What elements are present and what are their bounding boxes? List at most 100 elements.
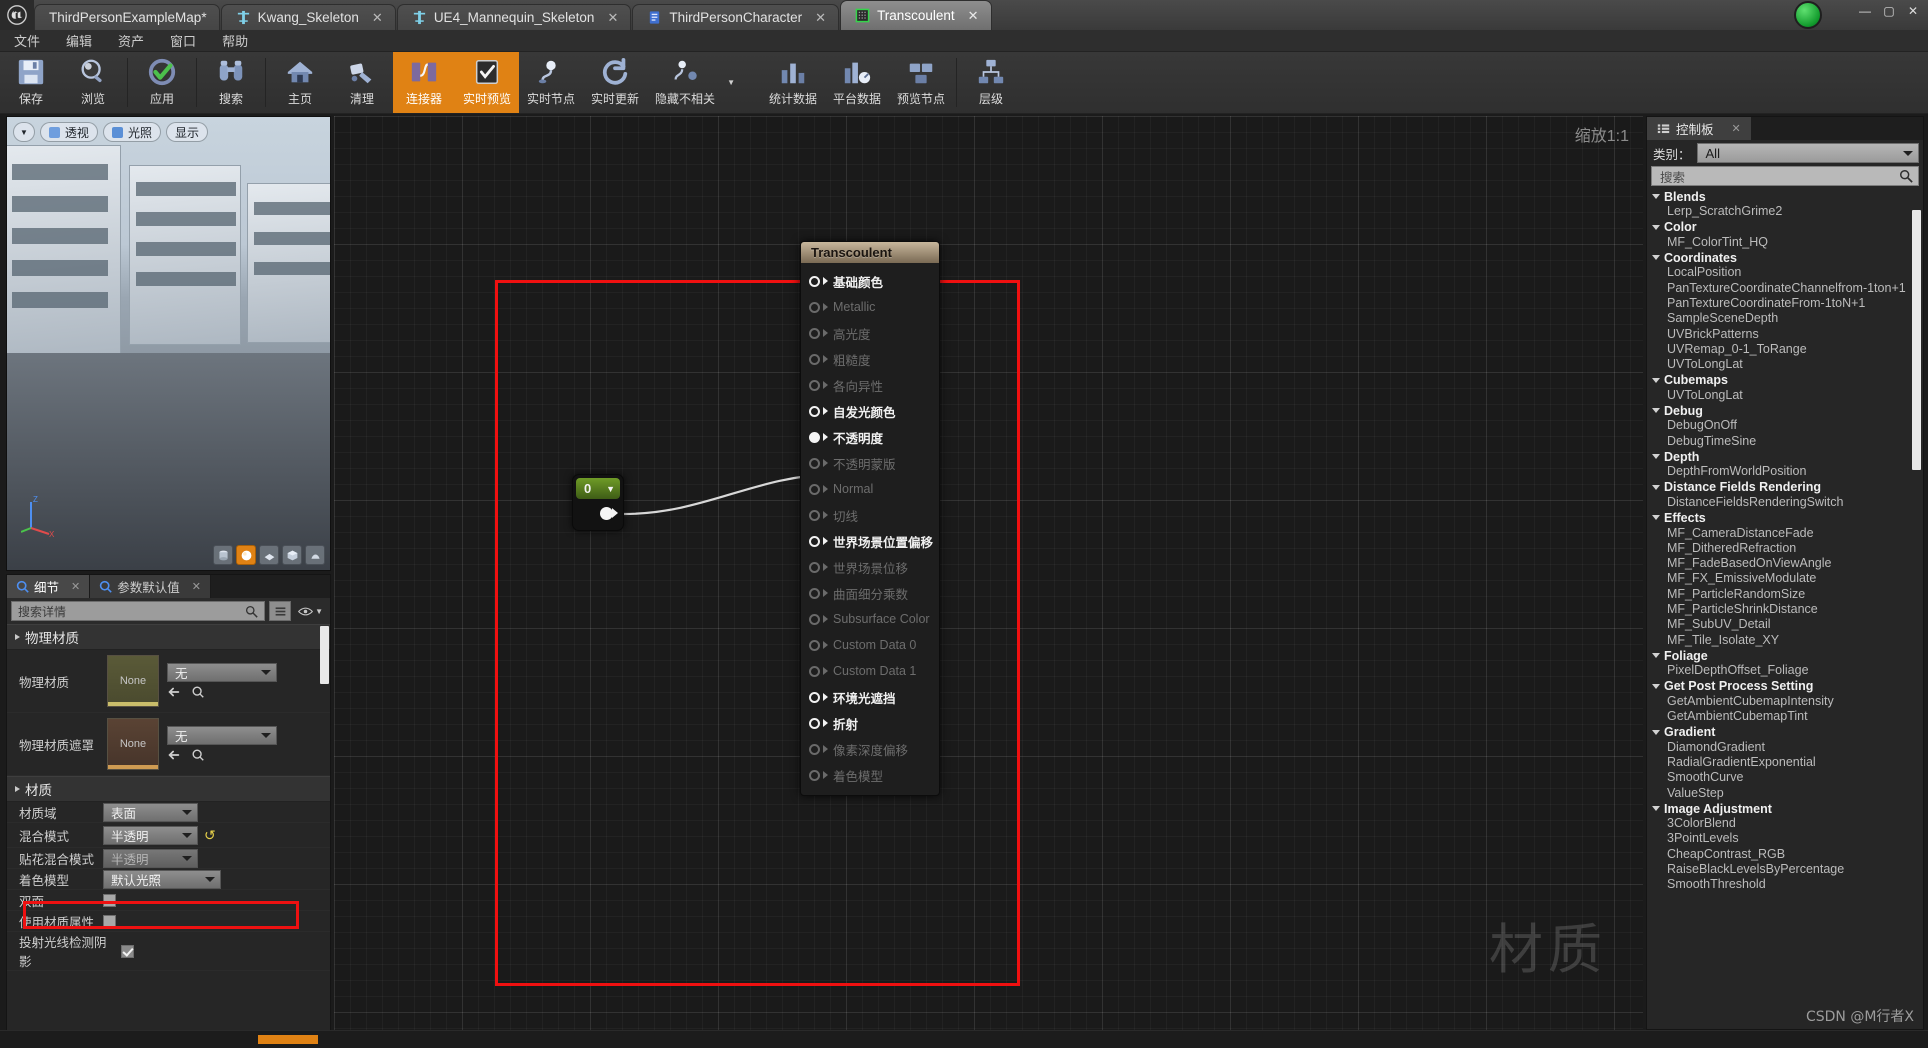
pin-specular[interactable]: 高光度 [801, 320, 939, 346]
palette-item[interactable]: RaiseBlackLevelsByPercentage [1647, 862, 1923, 877]
viewport-shape-buttons[interactable] [213, 545, 325, 565]
close-button[interactable]: ✕ [1902, 2, 1924, 20]
palette-search-input[interactable]: 搜索 [1651, 166, 1919, 186]
pin-base-color[interactable]: 基础颜色 [801, 268, 939, 294]
pin-world-displacement[interactable]: 世界场景位移 [801, 554, 939, 580]
window-tab-3[interactable]: ThirdPersonCharacter ✕ [632, 4, 840, 30]
graph-node-material-output[interactable]: Transcoulent 基础颜色 Metallic 高光度 粗糙度 各向异性 … [800, 241, 940, 796]
palette-group-header[interactable]: Get Post Process Setting [1647, 679, 1923, 694]
pin-opacity[interactable]: 不透明度 [801, 424, 939, 450]
property-row-two-sided[interactable]: 双面 [7, 890, 330, 911]
pin-anisotropy[interactable]: 各向异性 [801, 372, 939, 398]
palette-tab-bar[interactable]: 控制板 ✕ [1647, 117, 1923, 140]
viewport-perspective-button[interactable]: 透视 [39, 122, 98, 142]
menu-item-file[interactable]: 文件 [14, 31, 40, 50]
custom-mesh-icon[interactable] [305, 545, 325, 565]
toolbar-button-connectors[interactable]: 连接器 [393, 52, 455, 113]
details-tab-bar[interactable]: 细节 ✕ 参数默认值 ✕ [7, 575, 330, 598]
pin-roughness[interactable]: 粗糙度 [801, 346, 939, 372]
menu-item-asset[interactable]: 资产 [118, 31, 144, 50]
palette-item[interactable]: LocalPosition [1647, 265, 1923, 280]
section-header-physical-material[interactable]: 物理材质 [7, 624, 330, 650]
window-tab-close-3[interactable]: ✕ [815, 10, 826, 26]
browse-to-asset-icon[interactable] [191, 748, 205, 762]
window-tab-close-4[interactable]: ✕ [968, 8, 979, 24]
pin-custom-data-0[interactable]: Custom Data 0 [801, 632, 939, 658]
palette-category-row[interactable]: 类别： All [1647, 140, 1923, 165]
toolbar-button-home[interactable]: 主页 [269, 52, 331, 113]
details-search-input[interactable]: 搜索详情 [11, 601, 266, 621]
menu-bar[interactable]: 文件 编辑 资产 窗口 帮助 [0, 30, 1928, 52]
palette-item[interactable]: 3PointLevels [1647, 831, 1923, 846]
pin-shading-model[interactable]: 着色模型 [801, 762, 939, 788]
property-row-decal-blend-mode[interactable]: 贴花混合模式 半透明 [7, 848, 330, 869]
details-search-row[interactable]: 搜索详情 ▼ [7, 598, 330, 624]
palette-item[interactable]: MF_ParticleShrinkDistance [1647, 602, 1923, 617]
tab-parameter-defaults[interactable]: 参数默认值 ✕ [90, 575, 211, 598]
palette-item[interactable]: PanTextureCoordinateFrom-1toN+1 [1647, 296, 1923, 311]
palette-item[interactable]: SmoothThreshold [1647, 877, 1923, 892]
pin-normal[interactable]: Normal [801, 476, 939, 502]
menu-item-help[interactable]: 帮助 [222, 31, 248, 50]
material-preview-viewport[interactable]: ▼ 透视 光照 显示 Z X [6, 116, 331, 571]
palette-group-header[interactable]: Effects [1647, 510, 1923, 525]
pin-ambient-occlusion[interactable]: 环境光遮挡 [801, 684, 939, 710]
palette-group-header[interactable]: Image Adjustment [1647, 801, 1923, 816]
hide-unrelated-caret-icon[interactable]: ▼ [727, 78, 735, 87]
palette-item[interactable]: SampleSceneDepth [1647, 311, 1923, 326]
property-row-use-material-attributes[interactable]: 使用材质属性 [7, 911, 330, 932]
palette-item[interactable]: UVBrickPatterns [1647, 327, 1923, 342]
palette-item[interactable]: MF_FX_EmissiveModulate [1647, 571, 1923, 586]
tab-palette-close[interactable]: ✕ [1732, 122, 1741, 135]
palette-group-header[interactable]: Depth [1647, 449, 1923, 464]
palette-item[interactable]: Lerp_ScratchGrime2 [1647, 204, 1923, 219]
window-tab-close-2[interactable]: ✕ [607, 10, 618, 26]
palette-item[interactable]: CheapContrast_RGB [1647, 847, 1923, 862]
palette-item[interactable]: MF_DitheredRefraction [1647, 541, 1923, 556]
property-row-shading-model[interactable]: 着色模型 默认光照 [7, 869, 330, 890]
palette-group-header[interactable]: Foliage [1647, 648, 1923, 663]
viewport-lit-button[interactable]: 光照 [102, 122, 161, 142]
palette-item[interactable]: 3ColorBlend [1647, 816, 1923, 831]
palette-group-header[interactable]: Distance Fields Rendering [1647, 480, 1923, 495]
palette-group-header[interactable]: Blends [1647, 189, 1923, 204]
details-body[interactable]: 物理材质 物理材质 None 无 物理材质遮罩 None 无 材质 材质域 表面… [7, 624, 330, 1041]
palette-item[interactable]: DebugOnOff [1647, 418, 1923, 433]
window-tab-strip[interactable]: ThirdPersonExampleMap* Kwang_Skeleton ✕ … [34, 0, 993, 30]
palette-group-header[interactable]: Coordinates [1647, 250, 1923, 265]
cylinder-preview-icon[interactable] [213, 545, 233, 565]
window-controls[interactable]: — ▢ ✕ [1854, 2, 1924, 20]
pin-emissive-color[interactable]: 自发光颜色 [801, 398, 939, 424]
window-tab-4[interactable]: Transcoulent ✕ [840, 0, 992, 30]
palette-item[interactable]: MF_CameraDistanceFade [1647, 526, 1923, 541]
viewport-menu-button[interactable]: ▼ [13, 122, 35, 142]
palette-group-header[interactable]: Debug [1647, 403, 1923, 418]
toolbar-button-preview-node[interactable]: 预览节点 [889, 52, 953, 113]
material-node-pins[interactable]: 基础颜色 Metallic 高光度 粗糙度 各向异性 自发光颜色 不透明度 不透… [801, 263, 939, 795]
details-visibility-button[interactable]: ▼ [295, 606, 326, 617]
maximize-button[interactable]: ▢ [1878, 2, 1900, 20]
window-tab-2[interactable]: UE4_Mannequin_Skeleton ✕ [396, 4, 632, 30]
palette-item[interactable]: MF_ColorTint_HQ [1647, 235, 1923, 250]
toolbar-button-apply[interactable]: 应用 [131, 52, 193, 113]
use-selected-asset-icon[interactable] [167, 748, 181, 762]
toolbar-button-platform-stats[interactable]: 平台数据 [825, 52, 889, 113]
window-tab-0[interactable]: ThirdPersonExampleMap* [34, 4, 220, 30]
viewport-show-button[interactable]: 显示 [165, 122, 208, 142]
details-panel[interactable]: 细节 ✕ 参数默认值 ✕ 搜索详情 ▼ 物理材质 物理材质 None 无 物理材… [6, 574, 331, 1042]
palette-item[interactable]: MF_Tile_Isolate_XY [1647, 633, 1923, 648]
property-row-cast-ray-traced-shadows[interactable]: 投射光线检测阴影 [7, 932, 330, 971]
palette-item[interactable]: UVToLongLat [1647, 357, 1923, 372]
palette-item[interactable]: GetAmbientCubemapIntensity [1647, 694, 1923, 709]
palette-item[interactable]: UVRemap_0-1_ToRange [1647, 342, 1923, 357]
palette-item[interactable]: MF_FadeBasedOnViewAngle [1647, 556, 1923, 571]
tab-parameter-defaults-close[interactable]: ✕ [192, 580, 201, 593]
palette-group-header[interactable]: Cubemaps [1647, 373, 1923, 388]
palette-item[interactable]: DiamondGradient [1647, 740, 1923, 755]
palette-item[interactable]: ValueStep [1647, 786, 1923, 801]
toolbar-button-clean[interactable]: 清理 [331, 52, 393, 113]
palette-category-combo[interactable]: All [1696, 143, 1919, 163]
palette-item[interactable]: PixelDepthOffset_Foliage [1647, 663, 1923, 678]
palette-panel[interactable]: 控制板 ✕ 类别： All 搜索 Blends Lerp_ScratchGrime… [1646, 116, 1924, 1030]
palette-item[interactable]: DistanceFieldsRenderingSwitch [1647, 495, 1923, 510]
